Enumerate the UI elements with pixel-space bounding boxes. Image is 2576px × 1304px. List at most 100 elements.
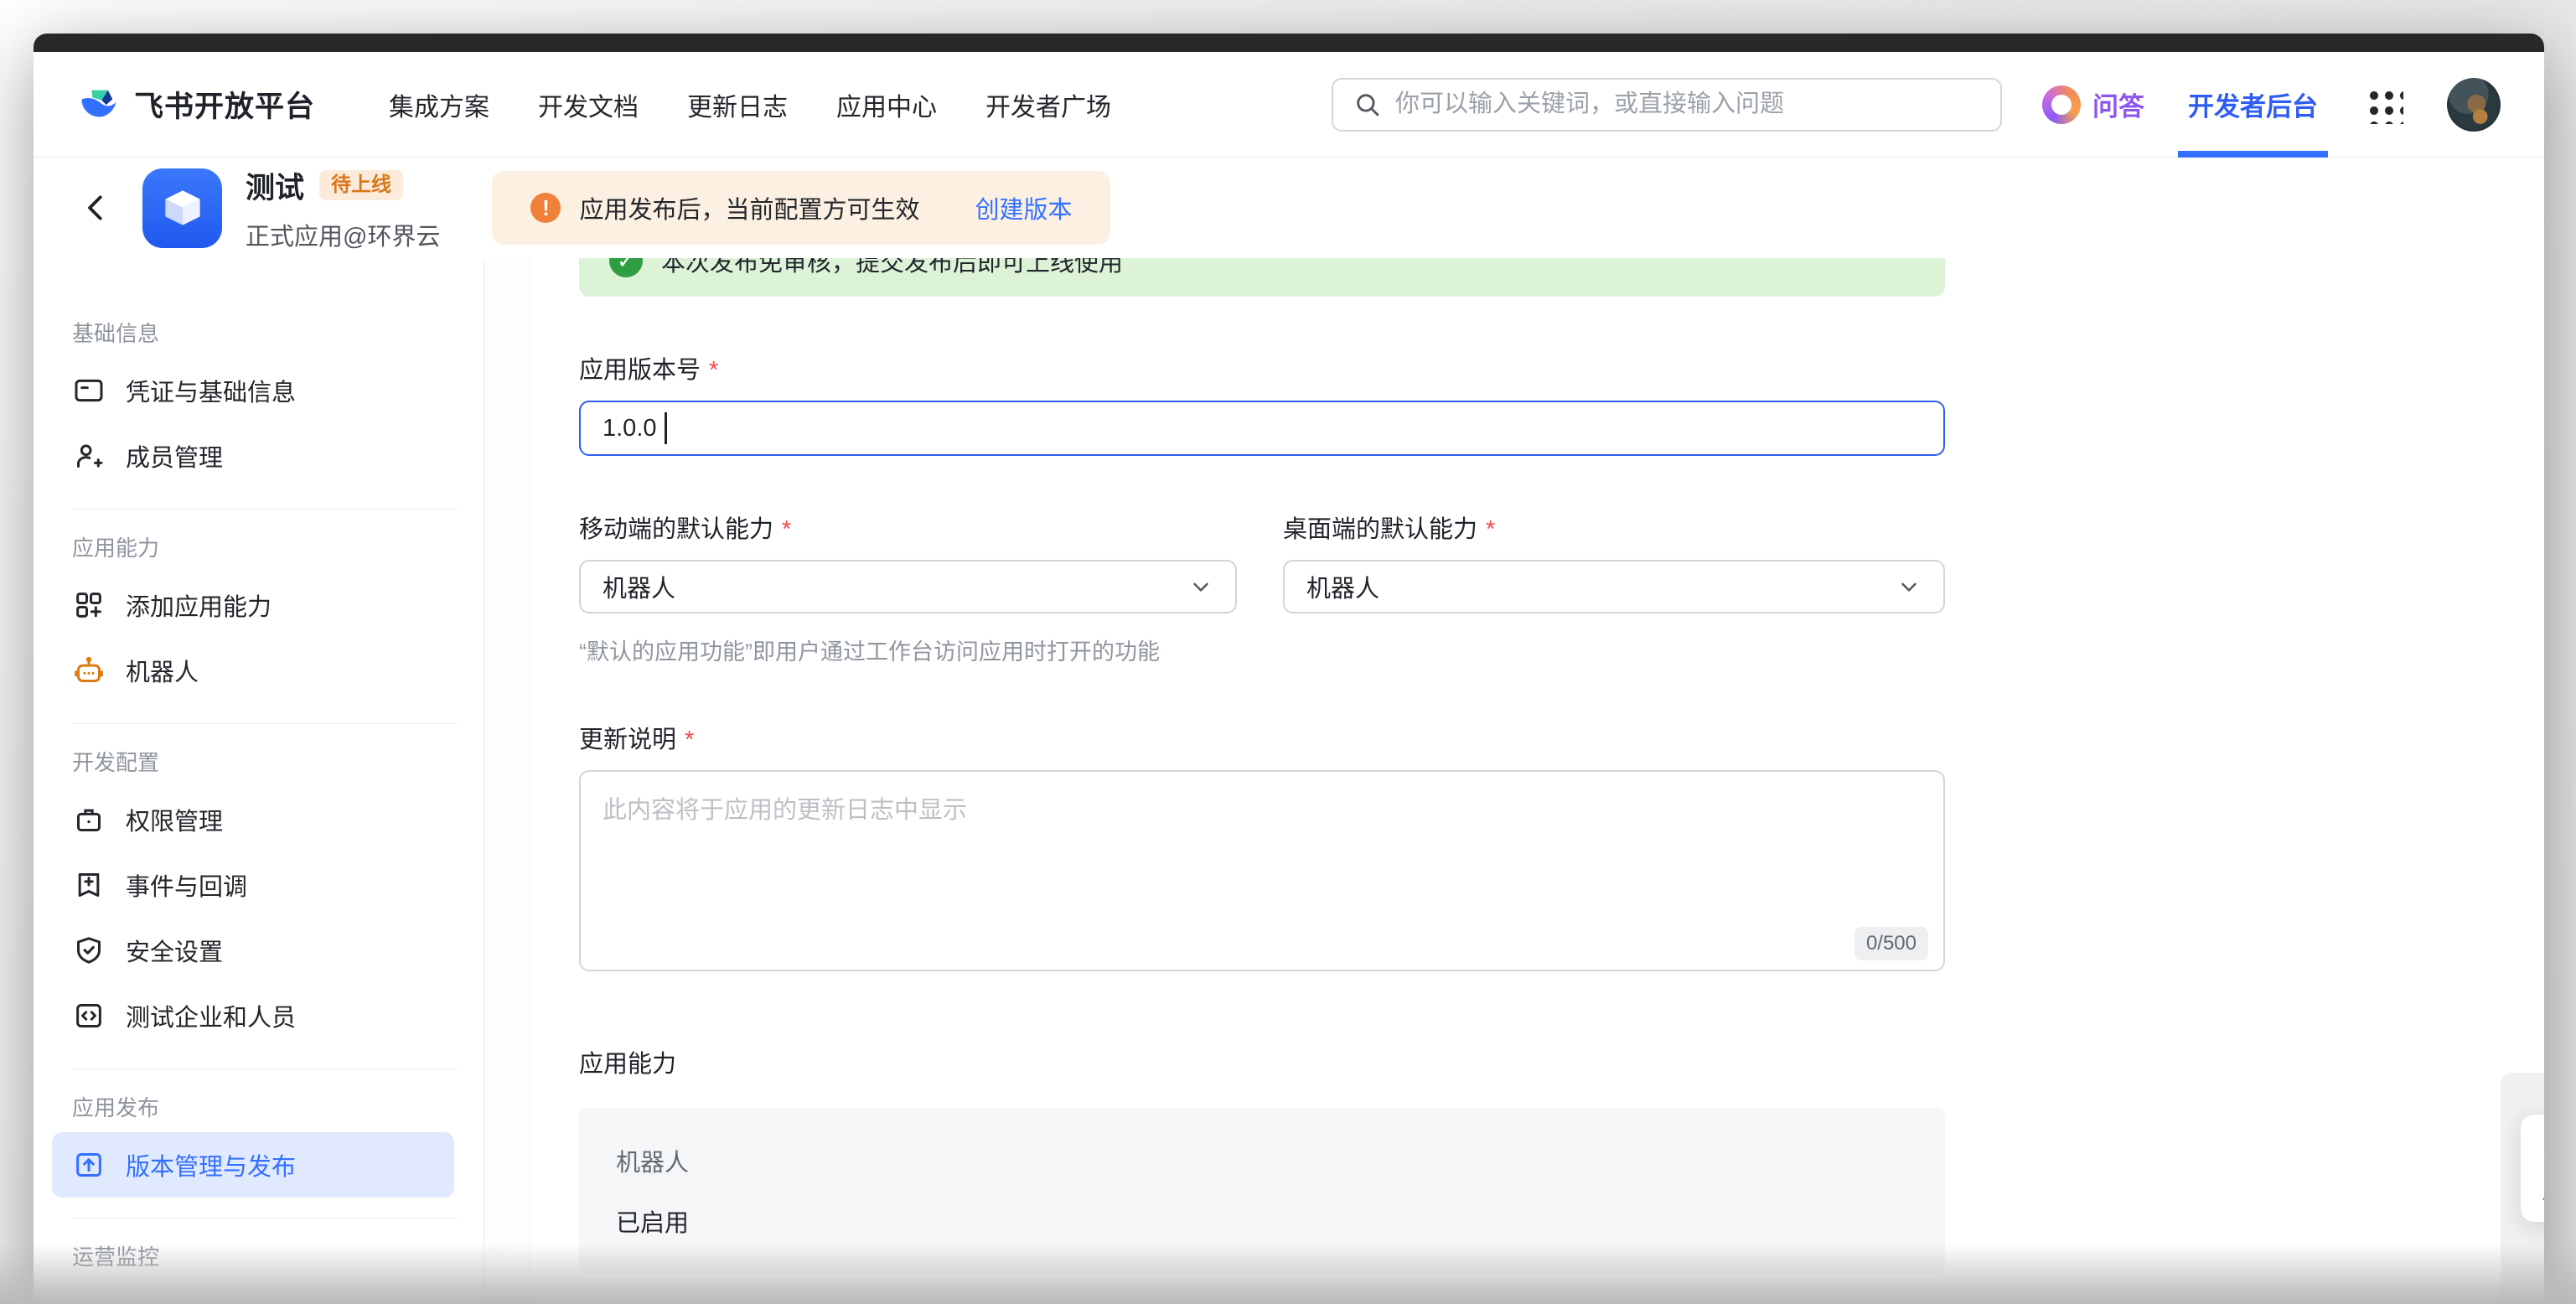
desktop-capability-select[interactable]: 机器人 <box>1283 560 1945 613</box>
sidebar-item-label: 事件与回调 <box>126 867 247 903</box>
desktop-capability-label: 桌面端的默认能力* <box>1283 510 1945 545</box>
mobile-capability-label: 移动端的默认能力* <box>579 510 1237 545</box>
nav-item-app-center[interactable]: 应用中心 <box>836 86 937 123</box>
id-card-icon <box>72 374 106 407</box>
nav-item-integration[interactable]: 集成方案 <box>389 86 489 123</box>
sidebar-item-version-release[interactable]: 版本管理与发布 <box>52 1132 454 1198</box>
app-type-subtitle: 正式应用@环界云 <box>246 217 440 252</box>
member-add-icon <box>72 439 106 473</box>
cube-icon <box>157 182 209 234</box>
app-icon <box>142 168 222 248</box>
sidebar-item-test-org[interactable]: 测试企业和人员 <box>34 983 484 1048</box>
sidebar-item-label: 版本管理与发布 <box>126 1147 296 1182</box>
search-input[interactable] <box>1395 91 1980 118</box>
logo-text: 飞书开放平台 <box>134 83 315 126</box>
browser-window: 飞书开放平台 集成方案 开发文档 更新日志 应用中心 开发者广场 问答 开发者后… <box>34 34 2544 1304</box>
capability-name: 机器人 <box>616 1143 1908 1178</box>
grid-add-icon <box>72 588 106 622</box>
sidebar-section-monitoring: 运营监控 <box>34 1240 484 1271</box>
window-chrome-bar <box>34 34 2544 52</box>
sidebar-divider <box>72 1218 458 1219</box>
chevron-down-icon <box>1188 574 1213 599</box>
nav-links: 集成方案 开发文档 更新日志 应用中心 开发者广场 <box>389 86 1111 123</box>
version-input[interactable] <box>579 401 1945 456</box>
sidebar-section-capabilities: 应用能力 <box>34 531 484 562</box>
app-capability-heading: 应用能力 <box>579 1044 1945 1079</box>
success-check-icon: ✓ <box>609 258 643 277</box>
sidebar-section-dev-config: 开发配置 <box>34 746 484 777</box>
search-box[interactable] <box>1332 78 2002 132</box>
expand-panel-button[interactable]: « 展开 <box>2521 1115 2544 1222</box>
create-version-link[interactable]: 创建版本 <box>975 190 1072 225</box>
sidebar-section-basic-info: 基础信息 <box>34 317 484 348</box>
text-caret <box>665 412 667 444</box>
capability-hint: “默认的应用功能”即用户通过工作台访问应用时打开的功能 <box>579 634 1237 666</box>
back-button[interactable] <box>80 191 114 225</box>
sidebar-item-permissions[interactable]: 权限管理 <box>34 787 484 852</box>
update-notes-label: 更新说明* <box>579 720 1945 755</box>
status-badge: 待上线 <box>319 170 403 200</box>
double-chevron-left-icon: « <box>2542 1132 2544 1171</box>
sidebar-gutter <box>484 258 530 1304</box>
nav-item-changelog[interactable]: 更新日志 <box>687 86 788 123</box>
selected-value: 机器人 <box>1306 569 1379 604</box>
sidebar-item-label: 测试企业和人员 <box>126 998 296 1033</box>
app-header: 测试 待上线 正式应用@环界云 ! 应用发布后，当前配置方可生效 创建版本 <box>34 158 2544 258</box>
sidebar-item-bot[interactable]: 机器人 <box>34 638 484 703</box>
nav-item-dev-plaza[interactable]: 开发者广场 <box>985 86 1111 123</box>
success-banner-text: 本次发布免审核，提交发布后即可上线使用 <box>661 258 1123 278</box>
sidebar-item-label: 添加应用能力 <box>126 587 272 623</box>
warning-exclamation-icon: ! <box>530 193 561 223</box>
publish-arrow-icon <box>72 1148 106 1182</box>
shield-check-icon <box>72 934 106 967</box>
code-box-icon <box>72 999 106 1032</box>
robot-icon <box>72 654 106 687</box>
sidebar-item-label: 安全设置 <box>126 933 223 968</box>
top-navigation: 飞书开放平台 集成方案 开发文档 更新日志 应用中心 开发者广场 问答 开发者后… <box>34 52 2544 158</box>
sidebar-divider <box>72 509 458 510</box>
sidebar-divider <box>72 723 458 724</box>
qa-gradient-ring-icon <box>2042 85 2081 124</box>
sidebar-item-security[interactable]: 安全设置 <box>34 918 484 983</box>
sidebar-item-label: 机器人 <box>126 653 199 688</box>
char-counter: 0/500 <box>1854 927 1928 960</box>
developer-console-tab[interactable]: 开发者后台 <box>2188 52 2318 158</box>
sidebar-item-add-capability[interactable]: 添加应用能力 <box>34 572 484 638</box>
chevron-down-icon <box>1896 574 1922 599</box>
expand-label: 展开 <box>2542 1174 2544 1205</box>
sidebar-item-label: 成员管理 <box>126 438 223 473</box>
capability-status: 已启用 <box>616 1203 1908 1239</box>
sidebar-item-credentials[interactable]: 凭证与基础信息 <box>34 358 484 423</box>
app-capability-panel: 机器人 已启用 <box>579 1108 1945 1274</box>
nav-item-docs[interactable]: 开发文档 <box>538 86 639 123</box>
qa-entry[interactable]: 问答 <box>2042 85 2144 124</box>
developer-console-label: 开发者后台 <box>2188 85 2318 123</box>
sidebar: 基础信息 凭证与基础信息 成员管理 应用能力 <box>34 258 484 1304</box>
warning-text: 应用发布后，当前配置方可生效 <box>579 190 919 225</box>
warning-banner: ! 应用发布后，当前配置方可生效 创建版本 <box>492 171 1110 245</box>
selected-value: 机器人 <box>603 569 675 604</box>
feishu-bird-icon <box>77 83 121 127</box>
app-name: 测试 <box>246 164 304 207</box>
chevron-left-icon <box>80 192 112 224</box>
qa-label: 问答 <box>2092 85 2144 123</box>
sidebar-section-release: 应用发布 <box>34 1091 484 1122</box>
sidebar-item-events[interactable]: 事件与回调 <box>34 852 484 918</box>
sidebar-item-label: 凭证与基础信息 <box>126 373 296 408</box>
required-asterisk: * <box>685 727 694 754</box>
update-notes-textarea[interactable] <box>579 770 1945 971</box>
required-asterisk: * <box>782 516 791 544</box>
sidebar-item-members[interactable]: 成员管理 <box>34 423 484 489</box>
version-label: 应用版本号* <box>579 350 1945 386</box>
success-banner: ✓ 本次发布免审核，提交发布后即可上线使用 <box>579 258 1945 297</box>
feishu-logo[interactable]: 飞书开放平台 <box>77 83 315 127</box>
sidebar-item-label: 权限管理 <box>126 802 223 837</box>
required-asterisk: * <box>1486 516 1495 544</box>
main-content: ✓ 本次发布免审核，提交发布后即可上线使用 应用版本号* 移动端的默认能力* <box>530 258 2544 1304</box>
event-callback-icon <box>72 868 106 902</box>
required-asterisk: * <box>709 357 718 385</box>
user-avatar[interactable] <box>2447 78 2501 132</box>
app-grid-icon[interactable] <box>2365 85 2403 124</box>
app-title-block: 测试 待上线 正式应用@环界云 <box>246 164 440 252</box>
mobile-capability-select[interactable]: 机器人 <box>579 560 1237 613</box>
